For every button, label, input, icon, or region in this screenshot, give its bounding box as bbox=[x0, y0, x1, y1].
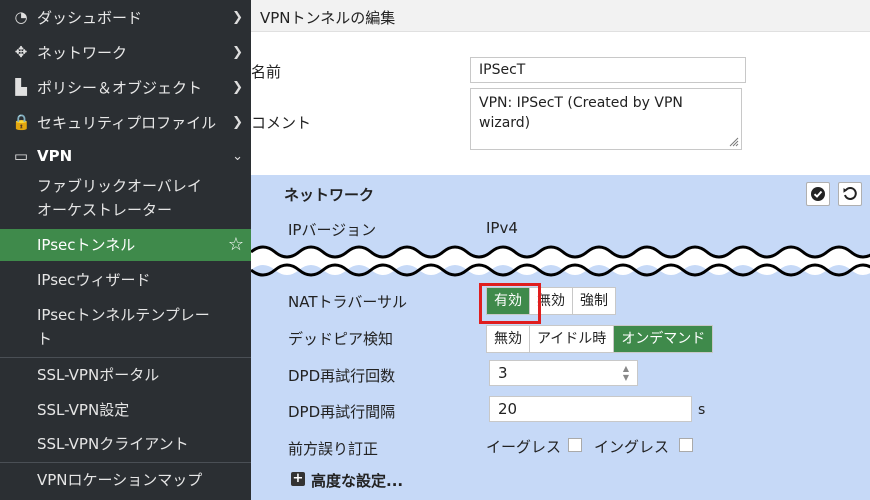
sidebar-item-label: ポリシー＆オブジェクト bbox=[37, 78, 203, 97]
name-label: 名前 bbox=[251, 63, 282, 81]
sidebar-subitem-label: IPsecトンネルテンプレー bbox=[37, 306, 210, 324]
comment-textarea[interactable]: VPN: IPSecT (Created by VPN wizard) bbox=[470, 88, 742, 150]
page-title: VPNトンネルの編集 bbox=[260, 9, 396, 27]
sidebar-subitem-ipsec-tunnel[interactable]: IPsecトンネル ☆ bbox=[0, 229, 251, 261]
dpd-retry-interval-unit: s bbox=[698, 402, 706, 418]
fec-egress-checkbox[interactable] bbox=[568, 438, 582, 452]
laptop-icon: ▭ bbox=[13, 147, 29, 165]
torn-edge-divider bbox=[251, 245, 870, 277]
dead-peer-detection-toggle: 無効 アイドル時 オンデマンド bbox=[486, 325, 714, 353]
sidebar: ◔ ダッシュボード ❯ ✥ ネットワーク ❯ ▙ ポリシー＆オブジェクト ❯ 🔒… bbox=[0, 0, 251, 500]
undo-icon bbox=[843, 187, 857, 200]
sidebar-subitem-vpn-location-map[interactable]: VPNロケーションマップ bbox=[0, 465, 251, 495]
dpd-retry-count-label: DPD再試行回数 bbox=[288, 367, 396, 385]
sidebar-subitem-ssl-settings[interactable]: SSL-VPN設定 bbox=[0, 395, 251, 425]
sidebar-subitem-label: IPsecトンネル bbox=[37, 236, 136, 254]
sidebar-subitem-ipsec-wizard[interactable]: IPsecウィザード bbox=[0, 265, 251, 295]
sidebar-subitem-label: ファブリックオーバレイ bbox=[37, 177, 202, 195]
star-icon[interactable]: ☆ bbox=[228, 229, 244, 261]
plus-square-icon[interactable]: + bbox=[291, 472, 305, 486]
dead-peer-detection-label: デッドピア検知 bbox=[288, 330, 394, 348]
revert-button[interactable] bbox=[838, 182, 862, 206]
network-icon: ✥ bbox=[14, 43, 28, 61]
chevron-right-icon: ❯ bbox=[232, 79, 243, 95]
dpd-retry-count-value: 3 bbox=[498, 364, 508, 382]
spinner-icon[interactable]: ▲ ▼ bbox=[621, 364, 631, 382]
fec-ingress-label: イングレス bbox=[594, 438, 670, 456]
sidebar-divider bbox=[0, 462, 251, 463]
fec-label: 前方誤り訂正 bbox=[288, 440, 379, 458]
confirm-button[interactable] bbox=[806, 182, 830, 206]
chevron-down-icon: ⌄ bbox=[232, 148, 243, 164]
sidebar-subitem-label: SSL-VPNポータル bbox=[37, 366, 160, 384]
sidebar-item-label: VPN bbox=[37, 147, 73, 165]
fec-ingress-checkbox[interactable] bbox=[679, 438, 693, 452]
policy-icon: ▙ bbox=[15, 78, 27, 96]
sidebar-item-network[interactable]: ✥ ネットワーク ❯ bbox=[0, 39, 251, 65]
nat-force-option[interactable]: 強制 bbox=[573, 288, 615, 314]
sidebar-subitem-fabric-overlay-line2[interactable]: オーケストレーター bbox=[0, 195, 251, 225]
sidebar-subitem-ssl-portal[interactable]: SSL-VPNポータル bbox=[0, 360, 251, 390]
dpd-retry-interval-label: DPD再試行間隔 bbox=[288, 403, 396, 421]
sidebar-divider bbox=[0, 357, 251, 358]
lock-icon: 🔒 bbox=[12, 113, 31, 131]
sidebar-item-security-profile[interactable]: 🔒 セキュリティプロファイル ❯ bbox=[0, 109, 251, 135]
sidebar-subitem-ipsec-template-line2[interactable]: ト bbox=[0, 324, 251, 354]
dpd-on-demand-option[interactable]: オンデマンド bbox=[614, 326, 713, 352]
sidebar-item-label: ネットワーク bbox=[37, 43, 128, 62]
highlight-box bbox=[479, 283, 541, 324]
dpd-disable-option[interactable]: 無効 bbox=[487, 326, 530, 352]
sidebar-subitem-label: SSL-VPNクライアント bbox=[37, 435, 189, 453]
sidebar-subitem-label: VPNロケーションマップ bbox=[37, 471, 203, 489]
fec-egress-label: イーグレス bbox=[486, 438, 562, 456]
check-circle-icon bbox=[811, 187, 825, 201]
chevron-right-icon: ❯ bbox=[232, 44, 243, 60]
sidebar-subitem-label: オーケストレーター bbox=[37, 201, 173, 219]
comment-label: コメント bbox=[251, 114, 312, 132]
sidebar-subitem-label: SSL-VPN設定 bbox=[37, 401, 130, 419]
chevron-right-icon: ❯ bbox=[232, 9, 243, 25]
page-header: VPNトンネルの編集 bbox=[251, 0, 870, 32]
sidebar-item-vpn[interactable]: ▭ VPN ⌄ bbox=[0, 143, 251, 169]
sidebar-subitem-label: IPsecウィザード bbox=[37, 271, 151, 289]
advanced-settings-toggle[interactable]: 高度な設定... bbox=[311, 470, 403, 491]
sidebar-subitem-ssl-client[interactable]: SSL-VPNクライアント bbox=[0, 429, 251, 459]
dpd-retry-interval-value: 20 bbox=[498, 400, 518, 418]
dpd-retry-interval-input[interactable]: 20 bbox=[489, 396, 692, 422]
dpd-retry-count-input[interactable]: 3 ▲ ▼ bbox=[489, 360, 638, 386]
resize-grip-icon[interactable] bbox=[729, 137, 739, 147]
name-input[interactable] bbox=[470, 57, 746, 83]
nat-traversal-label: NATトラバーサル bbox=[288, 293, 408, 311]
dashboard-icon: ◔ bbox=[14, 8, 28, 26]
dpd-idle-option[interactable]: アイドル時 bbox=[530, 326, 615, 352]
sidebar-subitem-label: ト bbox=[37, 330, 53, 348]
network-section-title: ネットワーク bbox=[284, 186, 375, 204]
chevron-right-icon: ❯ bbox=[232, 114, 243, 130]
sidebar-item-label: ダッシュボード bbox=[37, 8, 143, 27]
sidebar-item-label: セキュリティプロファイル bbox=[37, 113, 217, 132]
sidebar-item-policy[interactable]: ▙ ポリシー＆オブジェクト ❯ bbox=[0, 74, 251, 100]
sidebar-item-dashboard[interactable]: ◔ ダッシュボード ❯ bbox=[0, 4, 251, 30]
